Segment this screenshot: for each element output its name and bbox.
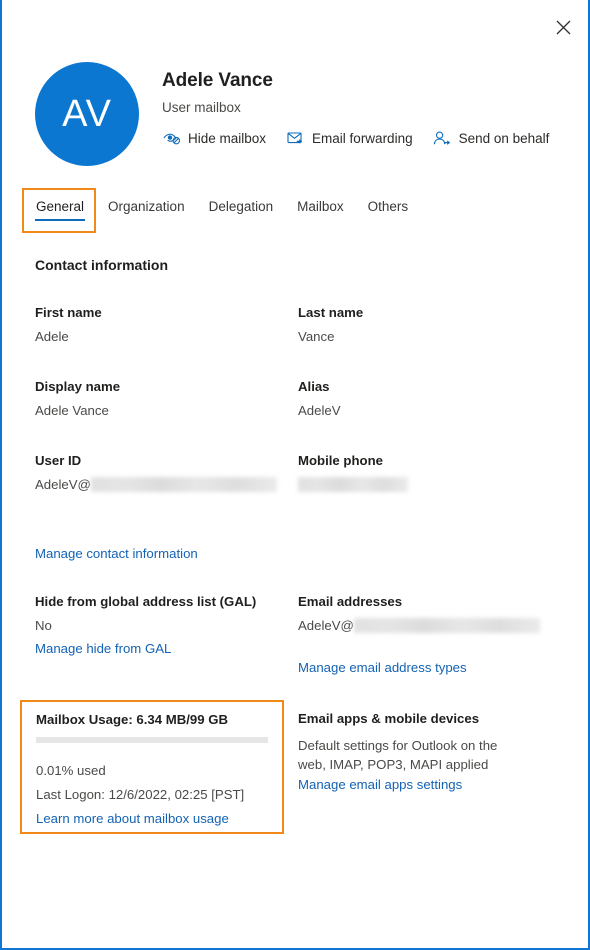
mobile-phone-redaction [298,477,408,492]
contact-information-heading: Contact information [35,257,168,273]
learn-more-mailbox-usage-link[interactable]: Learn more about mailbox usage [36,811,229,826]
send-on-behalf-action[interactable]: Send on behalf [433,129,550,147]
field-last-name: Last name Vance [298,305,363,344]
field-user-id: User ID AdeleV@ [35,453,277,492]
user-details-panel: AV Adele Vance User mailbox Hide mailbox [0,0,590,950]
user-id-label: User ID [35,453,82,468]
mobile-phone-value-row [298,477,408,492]
tab-delegation-label: Delegation [208,199,274,214]
avatar-initials: AV [62,92,112,135]
mobile-phone-label: Mobile phone [298,453,383,468]
email-addresses-label: Email addresses [298,594,403,609]
field-email-addresses: Email addresses AdeleV@ Manage email add… [298,594,540,675]
email-addresses-redaction [353,618,540,633]
display-name-label: Display name [35,379,121,394]
first-name-value: Adele [35,329,69,344]
email-forwarding-label: Email forwarding [312,130,413,146]
tab-others[interactable]: Others [356,190,421,226]
tab-delegation[interactable]: Delegation [197,190,286,226]
field-mobile-phone: Mobile phone [298,453,408,492]
field-display-name: Display name Adele Vance [35,379,120,418]
email-addresses-value: AdeleV@ [298,618,354,633]
send-on-behalf-label: Send on behalf [458,130,550,146]
last-name-value: Vance [298,329,335,344]
mailbox-usage-progressbar [36,737,268,743]
email-apps-description: Default settings for Outlook on the web,… [298,738,498,772]
user-id-value-row: AdeleV@ [35,477,277,492]
envelope-forward-icon [286,129,305,147]
last-name-label: Last name [298,305,364,320]
tab-general[interactable]: General [24,190,96,226]
manage-contact-information-link[interactable]: Manage contact information [35,546,198,561]
email-addresses-value-row: AdeleV@ [298,618,540,633]
email-forwarding-action[interactable]: Email forwarding [286,129,413,147]
tab-bar: General Organization Delegation Mailbox … [24,190,420,226]
alias-label: Alias [298,379,330,394]
user-id-value: AdeleV@ [35,477,91,492]
tab-organization-label: Organization [108,199,185,214]
manage-email-address-types-link[interactable]: Manage email address types [298,660,540,675]
mailbox-usage-percent-text: 0.01% used [36,763,106,778]
mailbox-usage-card: Mailbox Usage: 6.34 MB/99 GB 0.01% used … [20,700,284,834]
tab-general-label: General [36,199,85,214]
person-arrow-icon [433,129,452,147]
tab-active-underline [35,218,86,221]
display-name-value: Adele Vance [35,403,109,418]
mailbox-usage-title: Mailbox Usage: 6.34 MB/99 GB [36,712,229,727]
hide-from-gal-label: Hide from global address list (GAL) [35,594,257,609]
manage-email-apps-settings-link[interactable]: Manage email apps settings [298,777,538,792]
close-icon [556,20,571,35]
header-actions: Hide mailbox Email forwarding Send on be… [162,129,569,147]
field-first-name: First name Adele [35,305,102,344]
mailbox-type-label: User mailbox [162,100,241,115]
user-header: AV Adele Vance User mailbox Hide mailbox [35,62,569,166]
field-hide-from-gal: Hide from global address list (GAL) No M… [35,594,256,656]
close-button[interactable] [546,10,580,44]
hide-mailbox-label: Hide mailbox [188,130,267,146]
user-id-redaction [90,477,277,492]
avatar: AV [35,62,139,166]
eye-slash-icon [162,129,181,147]
user-header-text: Adele Vance User mailbox Hide mailbox Em… [162,62,569,147]
page-title: Adele Vance [162,70,273,91]
mailbox-last-logon-text: Last Logon: 12/6/2022, 02:25 [PST] [36,787,245,802]
hide-from-gal-value: No [35,618,52,633]
tab-organization[interactable]: Organization [96,190,197,226]
email-apps-label: Email apps & mobile devices [298,711,480,726]
manage-hide-from-gal-link[interactable]: Manage hide from GAL [35,641,256,656]
tab-mailbox[interactable]: Mailbox [285,190,356,226]
field-alias: Alias AdeleV [298,379,341,418]
alias-value: AdeleV [298,403,341,418]
tab-others-label: Others [367,199,409,214]
tab-mailbox-label: Mailbox [297,199,344,214]
email-apps-section: Email apps & mobile devices Default sett… [298,711,538,792]
hide-mailbox-action[interactable]: Hide mailbox [162,129,266,147]
first-name-label: First name [35,305,102,320]
